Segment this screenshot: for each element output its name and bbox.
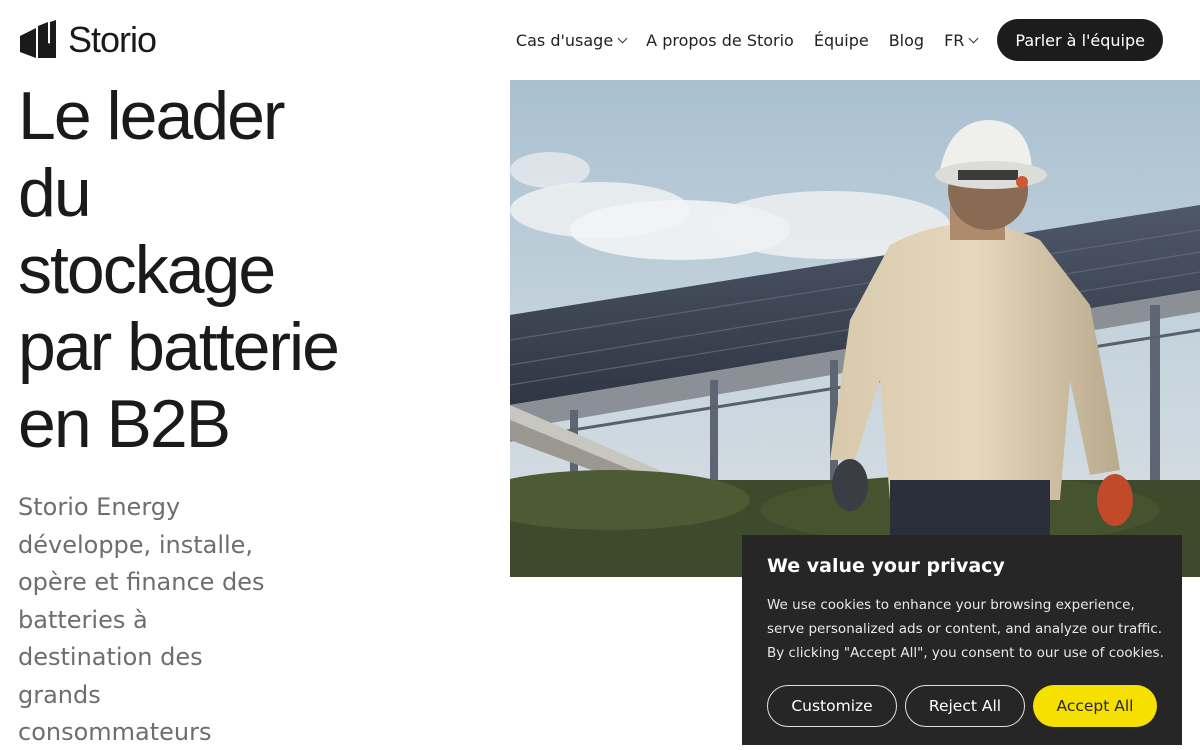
subtitle-line: Storio Energy [18, 493, 181, 521]
hero-video [510, 80, 1200, 577]
nav-about-link[interactable]: A propos de Storio [646, 31, 794, 50]
hero-subtitle: Storio Energy développe, installe, opère… [18, 489, 318, 750]
reject-all-button[interactable]: Reject All [905, 685, 1025, 727]
subtitle-line: destination des [18, 643, 203, 671]
language-label: FR [944, 30, 965, 50]
cookie-text-line: By clicking "Accept All", you consent to… [767, 645, 1164, 661]
nav-use-cases-label: Cas d'usage [515, 30, 614, 50]
nav-team-link[interactable]: Équipe [814, 31, 869, 50]
subtitle-line: développe, installe, [18, 530, 254, 559]
chevron-down-icon [968, 33, 979, 43]
cookie-text-line: serve personalized ads or content, and a… [767, 621, 1163, 637]
nav-use-cases-dropdown[interactable]: Cas d'usage [515, 30, 628, 50]
accept-all-button[interactable]: Accept All [1033, 685, 1157, 727]
customize-button[interactable]: Customize [767, 685, 897, 727]
language-selector[interactable]: FR [944, 30, 979, 50]
chevron-down-icon [617, 33, 628, 43]
subtitle-line: grands [18, 680, 101, 709]
cookie-banner-text: We use cookies to enhance your browsing … [767, 593, 1164, 665]
talk-to-team-button[interactable]: Parler à l'équipe [997, 19, 1163, 61]
headline-line: Le leader [18, 78, 286, 154]
main-nav: Cas d'usage A propos de Storio Équipe Bl… [516, 19, 1163, 61]
subtitle-line: opère et finance des [18, 568, 265, 596]
headline-line: en B2B [18, 386, 231, 462]
nav-blog-link[interactable]: Blog [889, 31, 924, 50]
cookie-text-line: We use cookies to enhance your browsing … [767, 597, 1135, 613]
cookie-buttons: Customize Reject All Accept All [767, 685, 1157, 727]
subtitle-line: batteries à [18, 605, 148, 634]
cookie-consent-banner: We value your privacy We use cookies to … [742, 535, 1182, 745]
cookie-banner-title: We value your privacy [767, 555, 1005, 577]
logo-text: Storio [68, 19, 157, 60]
storio-logo-icon [20, 20, 56, 58]
hero-headline: Le leader du stockage par batterie en B2… [18, 78, 488, 463]
solar-worker-image [510, 80, 1200, 577]
headline-line: par batterie [18, 309, 340, 385]
subtitle-line: consommateurs [18, 718, 212, 746]
storio-logo[interactable]: Storio [18, 19, 157, 60]
headline-line: stockage [18, 232, 276, 308]
headline-line: du [18, 155, 92, 231]
